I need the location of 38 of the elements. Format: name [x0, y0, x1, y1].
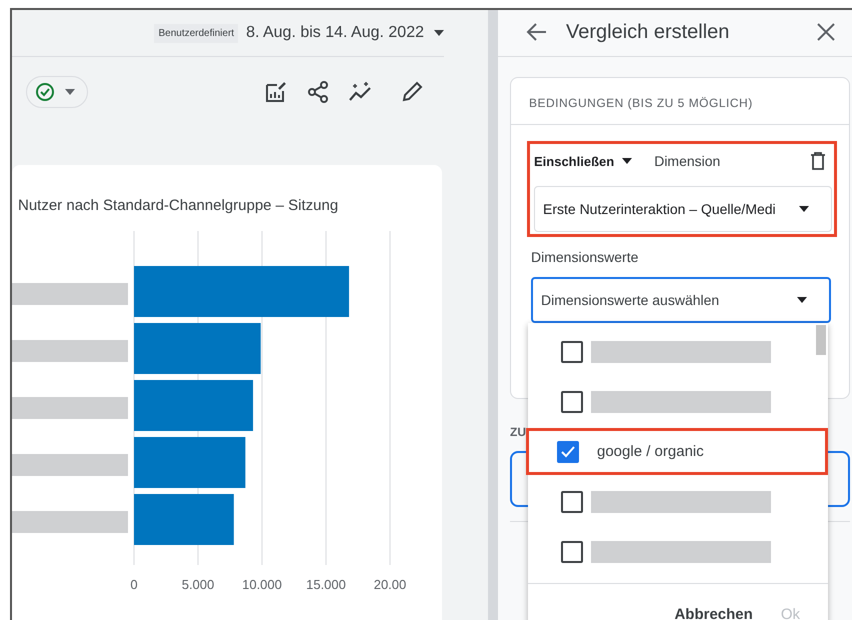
- close-icon[interactable]: [816, 22, 836, 42]
- dimension-select[interactable]: Erste Nutzerinteraktion – Quelle/Medi: [534, 186, 832, 232]
- dimension-label: Dimension: [654, 153, 722, 169]
- caret-icon: [622, 158, 632, 164]
- axis-tick-label: 20.00: [374, 577, 406, 592]
- scrollbar-thumb[interactable]: [816, 325, 826, 355]
- axis-tick-label: 15.000: [306, 577, 346, 592]
- panel-title: Vergleich erstellen: [566, 20, 730, 44]
- checkbox[interactable]: [557, 440, 579, 462]
- checkbox[interactable]: [561, 390, 583, 412]
- checkbox[interactable]: [561, 540, 583, 562]
- include-dropdown[interactable]: Einschließen: [534, 154, 632, 168]
- section-label: ZU: [510, 425, 526, 439]
- status-dropdown[interactable]: [26, 76, 88, 108]
- axis-tick-label: 10.000: [242, 577, 282, 592]
- check-icon: [561, 446, 575, 458]
- back-arrow-icon[interactable]: [526, 21, 548, 43]
- check-circle-icon: [35, 82, 55, 102]
- checkbox[interactable]: [561, 340, 583, 362]
- checkbox[interactable]: [561, 490, 583, 512]
- dimension-values-field[interactable]: Dimensionswerte auswählen: [531, 277, 831, 323]
- conditions-heading: BEDINGUNGEN (BIS ZU 5 MÖGLICH): [511, 78, 849, 125]
- cancel-button[interactable]: Abbrechen: [674, 606, 753, 620]
- share-icon[interactable]: [306, 80, 330, 104]
- chart-title: Nutzer nach Standard-Channelgruppe – Sitzung: [18, 197, 338, 214]
- trash-icon[interactable]: [810, 152, 826, 170]
- caret-icon: [799, 206, 809, 212]
- chart-edit-icon[interactable]: [264, 80, 288, 104]
- option-item[interactable]: google / organic: [526, 428, 828, 475]
- axis-tick-label: 0: [130, 577, 138, 592]
- caret-icon: [797, 297, 807, 303]
- field-label: Dimensionswerte: [531, 249, 640, 265]
- range-badge: Benutzerdefiniert: [154, 24, 238, 42]
- caret-icon: [434, 30, 444, 36]
- caret-icon: [65, 89, 75, 95]
- date-range-button[interactable]: 8. Aug. bis 14. Aug. 2022: [246, 24, 444, 42]
- pencil-icon[interactable]: [400, 80, 424, 104]
- axis-tick-label: 5.000: [182, 577, 214, 592]
